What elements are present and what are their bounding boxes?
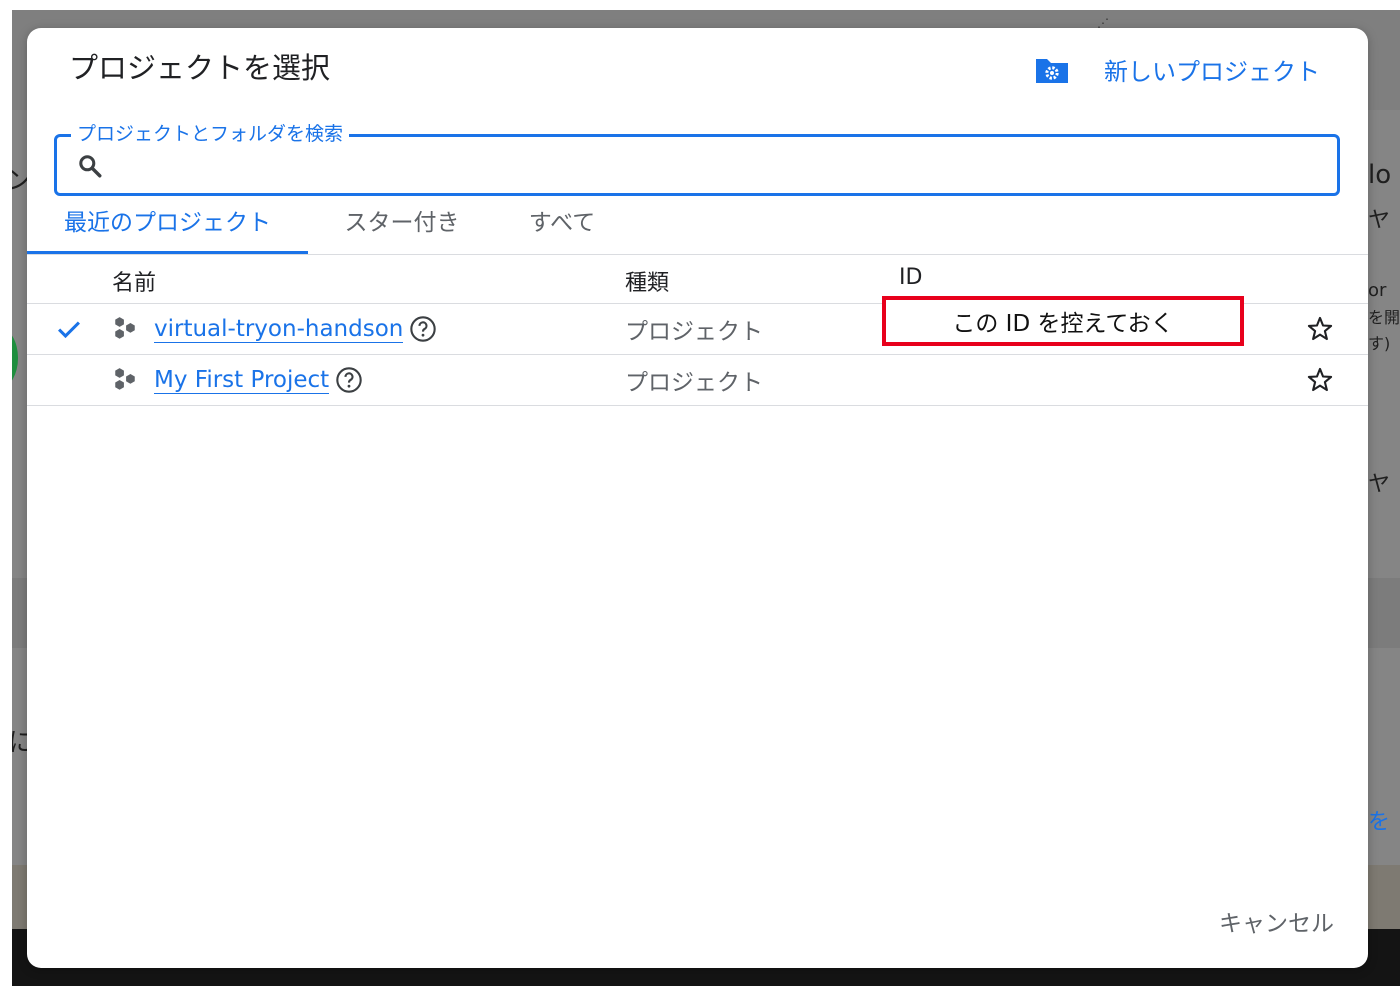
dialog-title: プロジェクトを選択 <box>69 51 331 85</box>
star-cell <box>1306 304 1334 354</box>
checkmark-icon <box>58 321 80 339</box>
bg-avatar <box>12 328 18 388</box>
tab-label: スター付き <box>344 210 460 236</box>
bg-fragment: を開 <box>1368 308 1400 327</box>
tab-starred[interactable]: スター付き <box>322 198 482 254</box>
column-header-id: ID <box>899 265 923 290</box>
column-header-type: 種類 <box>625 271 670 296</box>
selected-cell <box>55 304 83 354</box>
cancel-button[interactable]: キャンセル <box>1219 904 1334 938</box>
tab-bar: 最近のプロジェクト スター付き すべて <box>27 198 1368 255</box>
search-icon <box>79 155 102 178</box>
bg-fragment: を <box>1368 810 1391 835</box>
search-input[interactable] <box>117 143 1321 187</box>
type-cell: プロジェクト <box>625 355 763 405</box>
help-icon[interactable] <box>409 315 437 343</box>
tab-all[interactable]: すべて <box>507 198 617 254</box>
help-icon[interactable] <box>335 366 363 394</box>
folder-settings-icon <box>1036 58 1068 83</box>
new-project-button[interactable]: 新しいプロジェクト <box>1034 52 1320 87</box>
project-hexagons-icon <box>115 368 135 390</box>
id-annotation-callout: この ID を控えておく <box>882 296 1244 346</box>
tab-label: 最近のプロジェクト <box>64 210 271 236</box>
name-cell: virtual-tryon-handson <box>112 304 437 354</box>
table-row[interactable]: My First Project プロジェクト <box>27 355 1368 406</box>
column-header-name: 名前 <box>112 271 157 296</box>
bg-fragment: す) <box>1368 334 1391 353</box>
star-icon[interactable] <box>1306 366 1334 394</box>
project-hexagons-icon <box>115 317 135 339</box>
project-link[interactable]: My First Project <box>154 367 330 394</box>
type-cell: プロジェクト <box>625 304 763 354</box>
search-field[interactable]: プロジェクトとフォルダを検索 <box>54 121 1340 196</box>
project-link[interactable]: virtual-tryon-handson <box>154 316 404 343</box>
new-project-label: 新しいプロジェクト <box>1104 58 1320 86</box>
project-picker-dialog: プロジェクトを選択 新しいプロジェクト プロジェクトとフォルダを検索 最近のプロ… <box>27 28 1368 968</box>
bg-fragment: lo <box>1368 160 1392 190</box>
bg-fragment: ヤ <box>1368 472 1391 497</box>
bg-fragment: ヤ <box>1368 208 1391 233</box>
tab-recent-projects[interactable]: 最近のプロジェクト <box>27 198 308 254</box>
project-type: プロジェクト <box>625 319 763 345</box>
star-cell <box>1306 355 1334 405</box>
project-type: プロジェクト <box>625 370 763 396</box>
star-icon[interactable] <box>1306 315 1334 343</box>
tab-label: すべて <box>528 210 596 236</box>
bg-fragment: or <box>1368 280 1387 301</box>
name-cell: My First Project <box>112 355 363 405</box>
